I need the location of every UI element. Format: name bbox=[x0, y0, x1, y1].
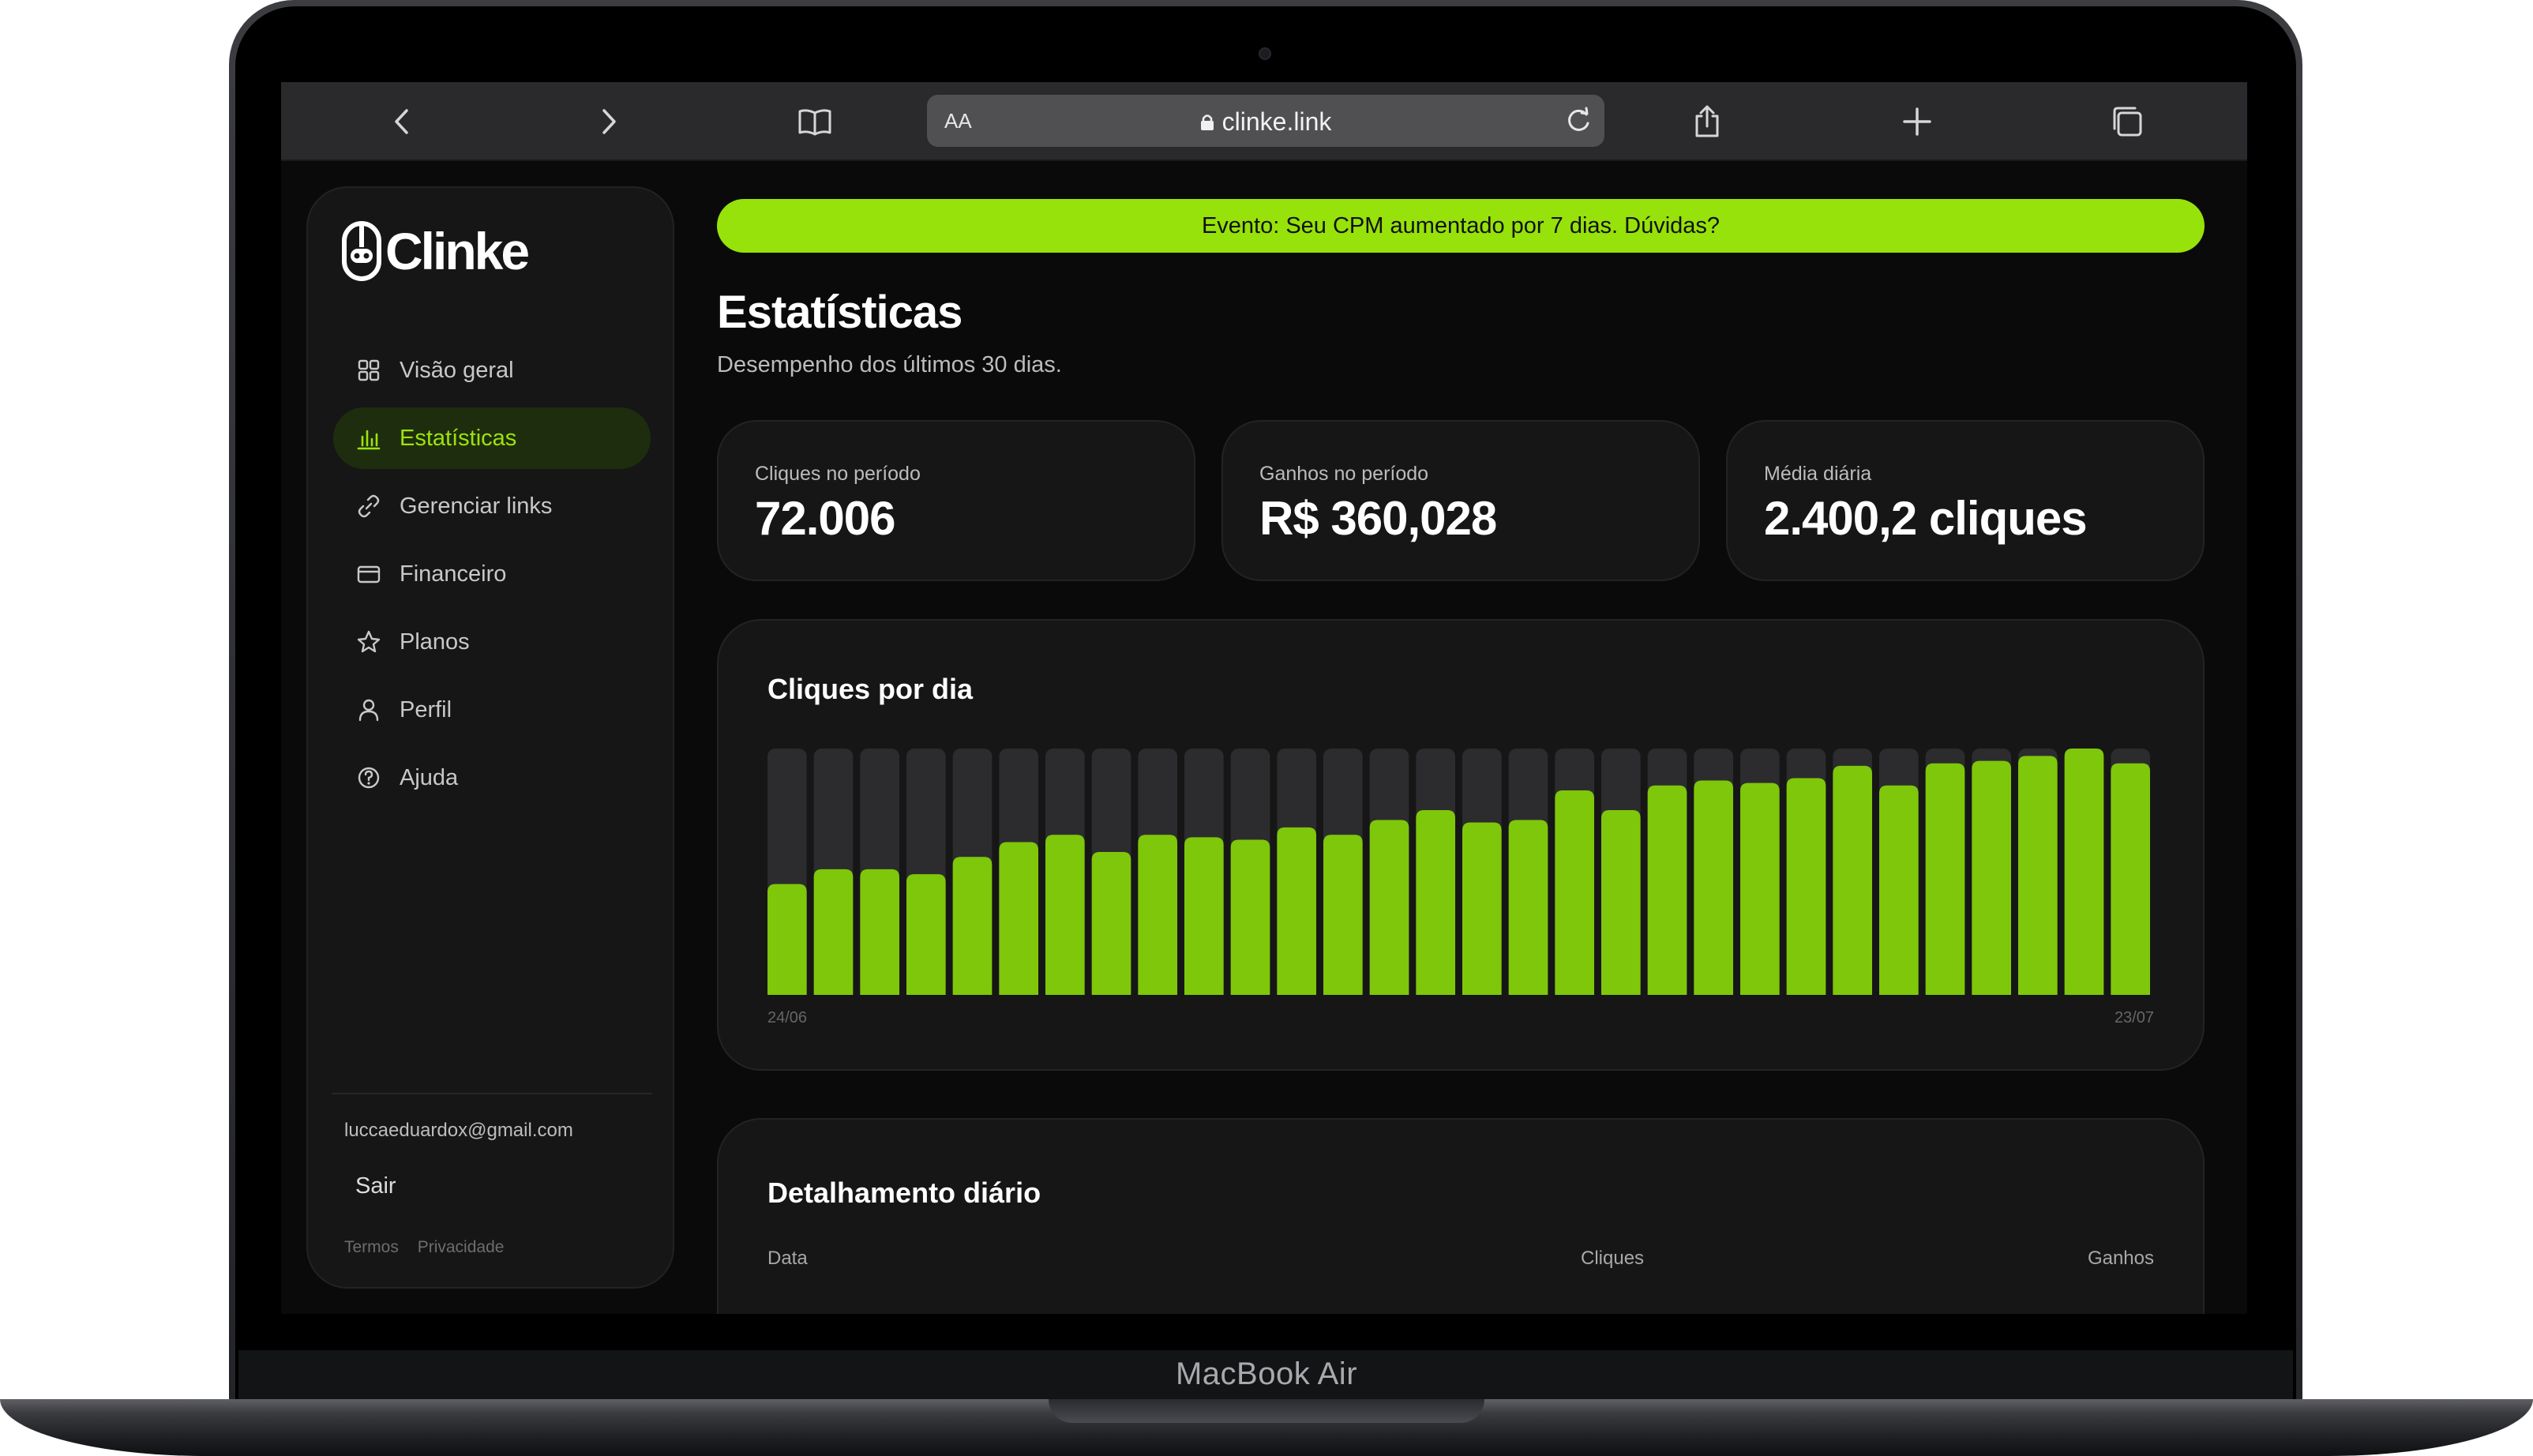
sidebar-item-gerenciar-links[interactable]: Gerenciar links bbox=[333, 475, 651, 537]
chart-bar[interactable] bbox=[1277, 827, 1316, 995]
chart-bar[interactable] bbox=[813, 869, 854, 995]
column-header-date: Data bbox=[767, 1248, 808, 1269]
chart-bar[interactable] bbox=[1138, 835, 1177, 995]
clinke-logo-icon bbox=[342, 221, 381, 281]
chart-bar[interactable] bbox=[906, 874, 946, 995]
daily-table-card: Detalhamento diário Data Cliques Ganhos bbox=[717, 1118, 2205, 1314]
chart-bar[interactable] bbox=[1555, 790, 1594, 995]
chart-bar[interactable] bbox=[2111, 763, 2150, 995]
user-icon bbox=[355, 696, 382, 723]
page-title: Estatísticas bbox=[717, 287, 963, 338]
chart-bar[interactable] bbox=[1045, 835, 1085, 995]
chart-bar[interactable] bbox=[1230, 839, 1270, 995]
sidebar-item-planos[interactable]: Planos bbox=[333, 611, 651, 673]
stat-value: R$ 360,028 bbox=[1259, 492, 1497, 545]
url-text: clinke.link bbox=[1221, 107, 1332, 136]
help-icon bbox=[355, 764, 382, 791]
browser-toolbar: AA clinke.link bbox=[281, 82, 2247, 161]
chart-bar[interactable] bbox=[2064, 749, 2104, 995]
chart-bar[interactable] bbox=[999, 842, 1038, 995]
sidebar-item-estatisticas[interactable]: Estatísticas bbox=[333, 407, 651, 469]
card-icon bbox=[355, 561, 382, 587]
sidebar-item-label: Financeiro bbox=[400, 561, 507, 587]
chart-bar[interactable] bbox=[1694, 780, 1733, 995]
chart-bar[interactable] bbox=[860, 869, 899, 995]
chart-bar[interactable] bbox=[1647, 785, 1687, 995]
sidebar-item-perfil[interactable]: Perfil bbox=[333, 679, 651, 741]
sidebar-item-label: Visão geral bbox=[400, 357, 514, 383]
star-icon bbox=[355, 629, 382, 655]
chart-bar[interactable] bbox=[952, 857, 993, 995]
stat-label: Cliques no período bbox=[755, 463, 921, 485]
footer-links: Termos Privacidade bbox=[344, 1238, 518, 1257]
sidebar-item-ajuda[interactable]: Ajuda bbox=[333, 747, 651, 809]
camera-icon bbox=[1259, 47, 1271, 60]
clicks-bar-chart bbox=[767, 749, 2150, 995]
sidebar-item-visao-geral[interactable]: Visão geral bbox=[333, 340, 651, 401]
page-subtitle: Desempenho dos últimos 30 dias. bbox=[717, 352, 1062, 377]
chart-bar[interactable] bbox=[1879, 785, 1919, 995]
stat-value: 72.006 bbox=[755, 492, 896, 545]
bookmarks-icon[interactable] bbox=[796, 103, 834, 141]
chart-bar[interactable] bbox=[1369, 820, 1409, 995]
chart-bar[interactable] bbox=[1601, 810, 1641, 995]
column-header-clicks: Cliques bbox=[1581, 1248, 1645, 1269]
chart-card: Cliques por dia 24/06 23/07 bbox=[717, 619, 2205, 1071]
chart-bar[interactable] bbox=[1091, 852, 1131, 995]
sidebar-nav: Visão geral Estatísticas Gerenciar links… bbox=[333, 340, 651, 815]
browser-screen: AA clinke.link Clinke Visão geral Estatí… bbox=[281, 82, 2247, 1314]
chart-bar[interactable] bbox=[1786, 778, 1826, 995]
x-axis-end-label: 23/07 bbox=[2114, 1009, 2154, 1026]
stat-label: Média diária bbox=[1764, 463, 1872, 485]
chart-bar[interactable] bbox=[1925, 763, 1965, 995]
sidebar: Clinke Visão geral Estatísticas Gerencia… bbox=[306, 186, 674, 1289]
forward-icon[interactable] bbox=[589, 103, 627, 141]
chart-bar[interactable] bbox=[1508, 820, 1548, 995]
terms-link[interactable]: Termos bbox=[344, 1238, 399, 1256]
chart-bar[interactable] bbox=[1740, 782, 1780, 995]
privacy-link[interactable]: Privacidade bbox=[418, 1238, 505, 1256]
bar-chart-icon bbox=[355, 425, 382, 452]
table-title: Detalhamento diário bbox=[767, 1176, 1041, 1209]
chart-bar[interactable] bbox=[1184, 837, 1224, 995]
grid-icon bbox=[355, 357, 382, 384]
reload-icon[interactable] bbox=[1562, 104, 1595, 137]
stat-card-clicks: Cliques no período 72.006 bbox=[717, 420, 1195, 581]
column-header-earnings: Ganhos bbox=[2087, 1248, 2154, 1269]
x-axis-start-label: 24/06 bbox=[767, 1009, 808, 1026]
link-icon bbox=[355, 493, 382, 520]
device-label: MacBook Air bbox=[1175, 1357, 1358, 1391]
new-tab-icon[interactable] bbox=[1898, 103, 1936, 141]
sidebar-item-financeiro[interactable]: Financeiro bbox=[333, 543, 651, 605]
chart-bar[interactable] bbox=[1323, 835, 1363, 995]
chart-bar[interactable] bbox=[1833, 765, 1872, 995]
chart-bar[interactable] bbox=[2018, 756, 2058, 995]
event-banner[interactable]: Evento: Seu CPM aumentado por 7 dias. Dú… bbox=[717, 199, 2205, 253]
stat-card-earnings: Ganhos no período R$ 360,028 bbox=[1221, 420, 1700, 581]
sidebar-item-label: Gerenciar links bbox=[400, 493, 553, 519]
sidebar-item-label: Perfil bbox=[400, 696, 452, 722]
sidebar-item-label: Estatísticas bbox=[400, 425, 517, 451]
laptop-notch bbox=[1049, 1399, 1484, 1423]
address-bar[interactable]: AA clinke.link bbox=[927, 95, 1604, 147]
share-icon[interactable] bbox=[1688, 103, 1726, 141]
user-email: luccaeduardox@gmail.com bbox=[344, 1120, 573, 1141]
chart-title: Cliques por dia bbox=[767, 673, 974, 705]
logout-button[interactable]: Sair bbox=[355, 1173, 396, 1199]
divider bbox=[332, 1093, 652, 1094]
logo[interactable]: Clinke bbox=[341, 220, 530, 283]
chart-bar[interactable] bbox=[1416, 810, 1455, 995]
stat-card-daily-average: Média diária 2.400,2 cliques bbox=[1726, 420, 2205, 581]
stat-value: 2.400,2 cliques bbox=[1764, 492, 2088, 545]
chart-bar[interactable] bbox=[1462, 822, 1502, 995]
lock-icon bbox=[1200, 114, 1214, 130]
chart-bar[interactable] bbox=[1972, 760, 2011, 995]
back-icon[interactable] bbox=[384, 103, 422, 141]
stat-label: Ganhos no período bbox=[1259, 463, 1429, 485]
sidebar-item-label: Ajuda bbox=[400, 764, 459, 790]
tabs-overview-icon[interactable] bbox=[2108, 103, 2146, 141]
sidebar-item-label: Planos bbox=[400, 629, 470, 655]
logo-text: Clinke bbox=[385, 222, 530, 280]
chart-bar[interactable] bbox=[767, 884, 807, 995]
